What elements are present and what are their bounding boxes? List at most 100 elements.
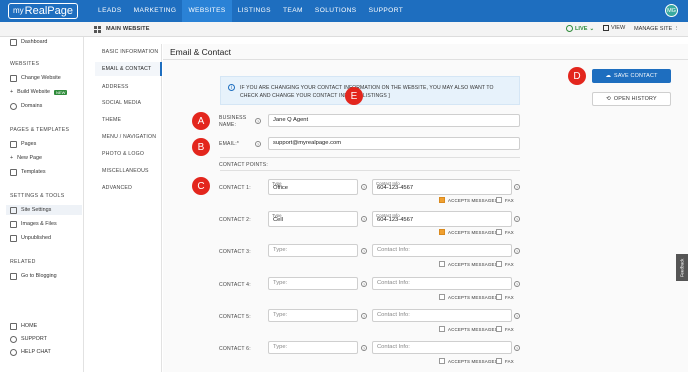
avatar[interactable]: MG [665,4,678,17]
site-name[interactable]: MAIN WEBSITE [106,26,150,32]
accepts-messages-checkbox[interactable] [439,294,445,300]
blog-icon [10,272,17,280]
nav-leads[interactable]: LEADS [92,0,128,22]
fax-checkbox[interactable] [496,229,502,235]
help-icon[interactable]: ? [255,118,261,124]
view-button[interactable]: VIEW [603,25,625,31]
settings-nav-menu-navigation[interactable]: MENU / NAVIGATION [102,134,156,140]
settings-nav-basic-information[interactable]: BASIC INFORMATION [102,49,158,55]
contact-type-input[interactable]: Type Cell [268,211,358,227]
email-input[interactable]: support@myrealpage.com [268,137,520,150]
open-history-button[interactable]: ⟲ OPEN HISTORY [592,92,671,106]
fax-checkbox[interactable] [496,197,502,203]
page-icon [10,140,17,148]
help-icon[interactable]: ? [361,216,367,222]
globe-icon [566,25,573,32]
sidebar-item-label: Build Website [17,89,51,95]
nav-solutions[interactable]: SOLUTIONS [309,0,363,22]
contact-label: CONTACT 3: [219,249,251,255]
contact-type-input[interactable]: Type: [268,309,358,322]
nav-listings[interactable]: LISTINGS [232,0,277,22]
help-icon[interactable]: ? [361,345,367,351]
manage-site-menu[interactable]: MANAGE SITE ⋮ [634,26,679,32]
info-banner-text: IF YOU ARE CHANGING YOUR CONTACT INFORMA… [240,85,494,99]
nav-team[interactable]: TEAM [277,0,309,22]
accepts-messages-label: ACCEPTS MESSAGES [448,295,498,300]
sidebar-item-help-chat[interactable]: HELP CHAT [10,347,51,357]
logo[interactable]: my RealPage [8,3,78,19]
sidebar-item-templates[interactable]: Templates [10,167,46,177]
sidebar-heading-websites: WEBSITES [10,61,40,67]
save-contact-button[interactable]: ☁ SAVE CONTACT [592,69,671,83]
contact-type-input[interactable]: Type: [268,341,358,354]
fax-checkbox[interactable] [496,261,502,267]
contact-type-input[interactable]: Type: [268,277,358,290]
settings-nav-social-media[interactable]: SOCIAL MEDIA [102,100,141,106]
accepts-messages-checkbox[interactable] [439,261,445,267]
contact-info-input[interactable]: Contact Info: [372,244,512,257]
help-icon[interactable]: ? [255,141,261,147]
contact-info-input[interactable]: Contact Info: [372,341,512,354]
sidebar-item-images-files[interactable]: Images & Files [10,219,57,229]
settings-nav-email-contact[interactable]: EMAIL & CONTACT [95,62,162,76]
sidebar-item-change-website[interactable]: Change Website [10,73,61,83]
accepts-messages-label: ACCEPTS MESSAGES [448,230,498,235]
contact-info-placeholder: Contact Info: [377,247,410,253]
sidebar-item-site-settings[interactable]: Site Settings [6,205,82,215]
sidebar-item-pages[interactable]: Pages [10,139,36,149]
open-history-label: OPEN HISTORY [613,96,657,102]
divider [220,170,520,171]
settings-nav-advanced[interactable]: ADVANCED [102,185,132,191]
settings-nav-address[interactable]: ADDRESS [102,84,128,90]
settings-nav-photo-logo[interactable]: PHOTO & LOGO [102,151,144,157]
accepts-messages-checkbox[interactable] [439,197,445,203]
sidebar-item-dashboard[interactable]: Dashboard [10,37,47,47]
settings-nav: BASIC INFORMATION EMAIL & CONTACT ADDRES… [95,44,162,372]
help-icon[interactable]: ? [361,184,367,190]
accepts-messages-checkbox[interactable] [439,229,445,235]
settings-nav-theme[interactable]: THEME [102,117,121,123]
business-name-input[interactable]: Jane Q Agent [268,114,520,127]
contact-info-input[interactable]: Contact Info 604-123-4567 [372,211,512,227]
sidebar-item-build-website[interactable]: + Build Website NEW [10,87,68,97]
help-icon[interactable]: ? [514,345,520,351]
fax-label: FAX [505,295,514,300]
template-icon [10,168,17,176]
page-title: Email & Contact [170,47,231,57]
sidebar-item-new-page[interactable]: + New Page [10,153,42,163]
sidebar-item-unpublished[interactable]: Unpublished [10,233,51,243]
help-icon[interactable]: ? [361,313,367,319]
contact-type-input[interactable]: Type Office [268,179,358,195]
logo-name: RealPage [24,5,73,17]
help-icon[interactable]: ? [514,248,520,254]
nav-support[interactable]: SUPPORT [363,0,410,22]
sidebar-item-support[interactable]: SUPPORT [10,334,47,344]
sidebar-item-domains[interactable]: Domains [10,101,42,111]
sidebar-item-home[interactable]: HOME [10,321,37,331]
view-label: VIEW [611,25,626,31]
business-name-label: BUSINESS NAME: [219,115,247,128]
sidebar-item-label: Go to Blogging [21,273,57,279]
fax-checkbox[interactable] [496,326,502,332]
live-status[interactable]: LIVE ⌄ [566,25,594,32]
help-icon[interactable]: ? [514,184,520,190]
settings-nav-miscellaneous[interactable]: MISCELLANEOUS [102,168,149,174]
nav-websites[interactable]: WEBSITES [182,0,232,22]
feedback-tab[interactable]: Feedback [676,254,688,281]
contact-info-input[interactable]: Contact Info 604-123-4567 [372,179,512,195]
help-icon[interactable]: ? [514,281,520,287]
accepts-messages-checkbox[interactable] [439,358,445,364]
contact-info-input[interactable]: Contact Info: [372,309,512,322]
help-icon[interactable]: ? [361,248,367,254]
sidebar-item-go-blogging[interactable]: Go to Blogging [10,271,57,281]
help-icon[interactable]: ? [514,216,520,222]
fax-checkbox[interactable] [496,358,502,364]
fax-checkbox[interactable] [496,294,502,300]
help-icon[interactable]: ? [514,313,520,319]
callout-marker-e: E [345,87,363,105]
help-icon[interactable]: ? [361,281,367,287]
accepts-messages-checkbox[interactable] [439,326,445,332]
contact-type-input[interactable]: Type: [268,244,358,257]
contact-info-input[interactable]: Contact Info: [372,277,512,290]
nav-marketing[interactable]: MARKETING [128,0,183,22]
